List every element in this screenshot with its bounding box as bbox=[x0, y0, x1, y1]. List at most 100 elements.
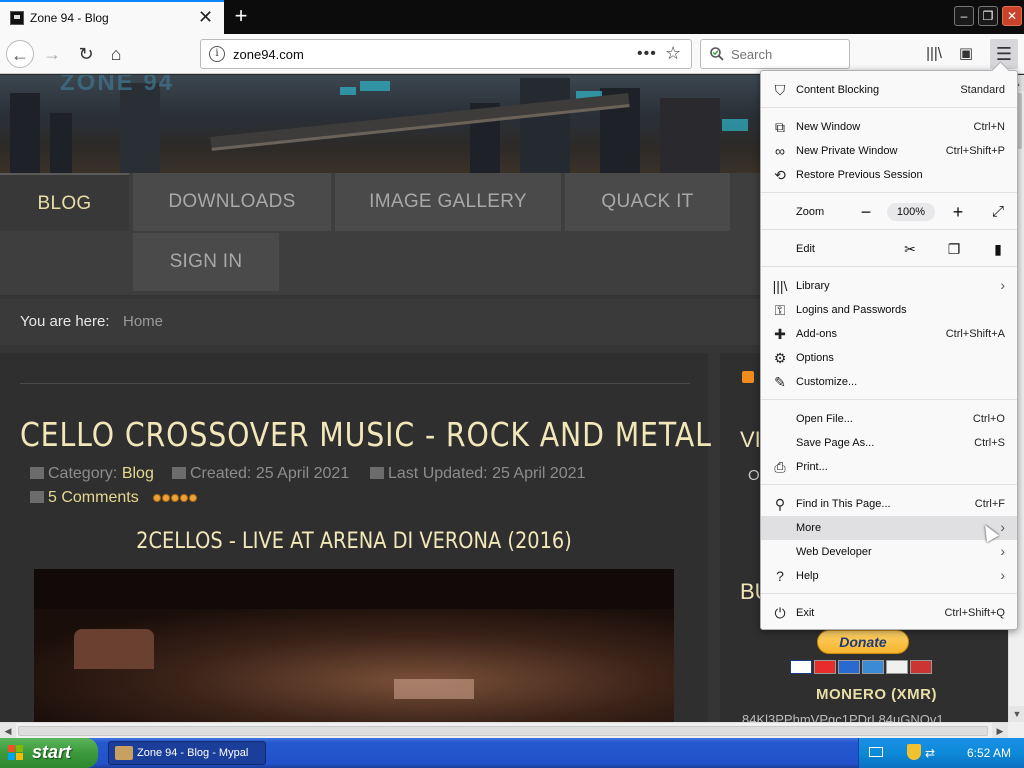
site-info-icon[interactable]: i bbox=[209, 46, 225, 62]
article-comments: 5 Comments bbox=[30, 489, 198, 507]
close-window-button[interactable]: ✕ bbox=[1002, 6, 1022, 26]
menu-new-window[interactable]: ⧉ New Window Ctrl+N bbox=[761, 115, 1017, 139]
monero-label: MONERO (XMR) bbox=[816, 686, 937, 703]
taskbar: start Zone 94 - Blog - Mypal ⇄ 6:52 AM bbox=[0, 738, 1024, 768]
menu-find[interactable]: ⚲ Find in This Page... Ctrl+F bbox=[761, 492, 1017, 516]
chevron-right-icon: › bbox=[1000, 567, 1005, 583]
paintbrush-icon: ✎ bbox=[774, 374, 786, 390]
page-actions-icon[interactable]: ••• bbox=[637, 45, 657, 63]
site-logo[interactable]: ZONE 94 bbox=[60, 75, 174, 97]
comments-link[interactable]: 5 Comments bbox=[48, 489, 139, 506]
security-shield-icon[interactable] bbox=[907, 744, 921, 760]
breadcrumb-home-link[interactable]: Home bbox=[123, 313, 163, 330]
search-input[interactable] bbox=[731, 45, 841, 63]
zoom-in-button[interactable]: + bbox=[947, 202, 969, 224]
paste-icon[interactable]: ▮ bbox=[989, 240, 1007, 258]
start-button[interactable]: start bbox=[0, 738, 98, 768]
scroll-left-arrow-icon[interactable]: ◀ bbox=[0, 723, 16, 739]
browser-tab[interactable]: Zone 94 - Blog ✕ bbox=[0, 0, 224, 34]
article-updated: Last Updated: 25 April 2021 bbox=[370, 465, 585, 483]
nav-toolbar: ← → ↻ ⌂ i zone94.com ••• ☆ |||\ ▣ ☰ bbox=[0, 34, 1024, 74]
category-link[interactable]: Blog bbox=[122, 465, 154, 482]
url-bar[interactable]: i zone94.com ••• ☆ bbox=[200, 39, 692, 69]
close-tab-icon[interactable]: ✕ bbox=[198, 7, 213, 27]
divider bbox=[20, 383, 690, 384]
reload-icon[interactable]: ↻ bbox=[72, 40, 100, 68]
clock[interactable]: 6:52 AM bbox=[967, 746, 1011, 760]
home-icon[interactable]: ⌂ bbox=[102, 40, 130, 68]
forward-arrow-icon[interactable]: → bbox=[38, 40, 66, 68]
chevron-right-icon: › bbox=[1000, 519, 1005, 535]
url-text[interactable]: zone94.com bbox=[233, 47, 304, 62]
scroll-down-arrow-icon[interactable]: ▼ bbox=[1009, 706, 1024, 722]
article: CELLO CROSSOVER MUSIC - ROCK AND METAL C… bbox=[0, 353, 711, 722]
horizontal-scroll-thumb[interactable] bbox=[18, 726, 988, 736]
cut-icon[interactable]: ✂ bbox=[901, 240, 919, 258]
menu-open-file[interactable]: Open File... Ctrl+O bbox=[761, 407, 1017, 431]
menu-zoom: Zoom − 100% + ⤢ bbox=[761, 200, 1017, 224]
taskbar-window-button[interactable]: Zone 94 - Blog - Mypal bbox=[108, 741, 266, 765]
maximize-button[interactable]: ❐ bbox=[978, 6, 998, 26]
menu-logins[interactable]: ⚿ Logins and Passwords bbox=[761, 298, 1017, 322]
zoom-out-button[interactable]: − bbox=[855, 202, 877, 224]
site-favicon-icon bbox=[10, 11, 24, 25]
search-bar[interactable] bbox=[700, 39, 850, 69]
menu-library[interactable]: |||\ Library › bbox=[761, 274, 1017, 298]
fullscreen-icon[interactable]: ⤢ bbox=[987, 202, 1009, 224]
restore-session-icon: ⟲ bbox=[774, 167, 786, 183]
nav-item-downloads[interactable]: DOWNLOADS bbox=[133, 173, 331, 231]
article-created: Created: 25 April 2021 bbox=[172, 465, 349, 483]
donate-button[interactable]: Donate bbox=[817, 630, 909, 654]
menu-content-blocking[interactable]: ⛉ Content Blocking Standard bbox=[761, 78, 1017, 102]
new-tab-button[interactable]: + bbox=[230, 4, 252, 28]
help-icon: ? bbox=[776, 568, 784, 584]
menu-new-private-window[interactable]: ∞ New Private Window Ctrl+Shift+P bbox=[761, 139, 1017, 163]
unionpay-icon bbox=[910, 660, 932, 674]
visa-icon bbox=[790, 660, 812, 674]
nav-item-blog[interactable]: BLOG bbox=[0, 173, 129, 231]
menu-save-page[interactable]: Save Page As... Ctrl+S bbox=[761, 431, 1017, 455]
minimize-button[interactable]: – bbox=[954, 6, 974, 26]
menu-web-developer[interactable]: Web Developer › bbox=[761, 540, 1017, 564]
tab-title: Zone 94 - Blog bbox=[30, 11, 109, 25]
zoom-reset-button[interactable]: 100% bbox=[887, 203, 935, 221]
menu-restore-session[interactable]: ⟲ Restore Previous Session bbox=[761, 163, 1017, 187]
article-title[interactable]: CELLO CROSSOVER MUSIC - ROCK AND METAL bbox=[20, 415, 712, 454]
menu-options[interactable]: ⚙ Options bbox=[761, 346, 1017, 370]
nav-item-image-gallery[interactable]: IMAGE GALLERY bbox=[335, 173, 561, 231]
menu-customize[interactable]: ✎ Customize... bbox=[761, 370, 1017, 394]
scrollbar-corner bbox=[1008, 722, 1024, 738]
menu-exit[interactable]: ⏻ Exit Ctrl+Shift+Q bbox=[761, 601, 1017, 625]
menu-print[interactable]: ⎙ Print... bbox=[761, 455, 1017, 479]
nav-item-quack-it[interactable]: QUACK IT bbox=[565, 173, 730, 231]
menu-edit: Edit ✂ ❐ ▮ bbox=[761, 237, 1017, 261]
scroll-right-arrow-icon[interactable]: ▶ bbox=[992, 723, 1008, 739]
rss-icon[interactable] bbox=[742, 371, 754, 383]
shield-icon: ⛉ bbox=[774, 82, 786, 98]
mastercard-icon bbox=[814, 660, 836, 674]
nav-item-sign-in[interactable]: SIGN IN bbox=[133, 233, 279, 291]
site-main-nav: BLOG DOWNLOADS IMAGE GALLERY QUACK IT SI… bbox=[0, 173, 760, 295]
network-icon[interactable]: ⇄ bbox=[925, 746, 935, 760]
key-icon: ⚿ bbox=[774, 302, 786, 318]
gear-icon: ⚙ bbox=[773, 350, 787, 366]
sidebar-text-partial: O bbox=[748, 467, 760, 484]
video-title: 2CELLOS - LIVE AT ARENA DI VERONA (2016) bbox=[136, 529, 572, 554]
copy-icon[interactable]: ❐ bbox=[945, 240, 963, 258]
rating-stars[interactable] bbox=[153, 489, 198, 506]
bookmark-star-icon[interactable]: ☆ bbox=[665, 43, 681, 64]
video-player[interactable] bbox=[34, 569, 674, 722]
keyboard-icon[interactable] bbox=[869, 747, 883, 757]
chevron-right-icon: › bbox=[1000, 277, 1005, 293]
horizontal-scrollbar[interactable]: ◀ ▶ bbox=[0, 722, 1008, 739]
article-category: Category: Blog bbox=[30, 465, 154, 483]
sidebar-toggle-icon[interactable]: ▣ bbox=[954, 42, 978, 66]
search-engine-icon[interactable] bbox=[709, 46, 725, 62]
app-menu-panel: ⛉ Content Blocking Standard ⧉ New Window… bbox=[760, 70, 1018, 630]
menu-addons[interactable]: ✚ Add-ons Ctrl+Shift+A bbox=[761, 322, 1017, 346]
library-icon[interactable]: |||\ bbox=[922, 42, 946, 66]
new-window-icon: ⧉ bbox=[775, 119, 785, 135]
puzzle-icon: ✚ bbox=[774, 326, 786, 342]
menu-help[interactable]: ? Help › bbox=[761, 564, 1017, 588]
back-arrow-icon[interactable]: ← bbox=[6, 40, 34, 68]
